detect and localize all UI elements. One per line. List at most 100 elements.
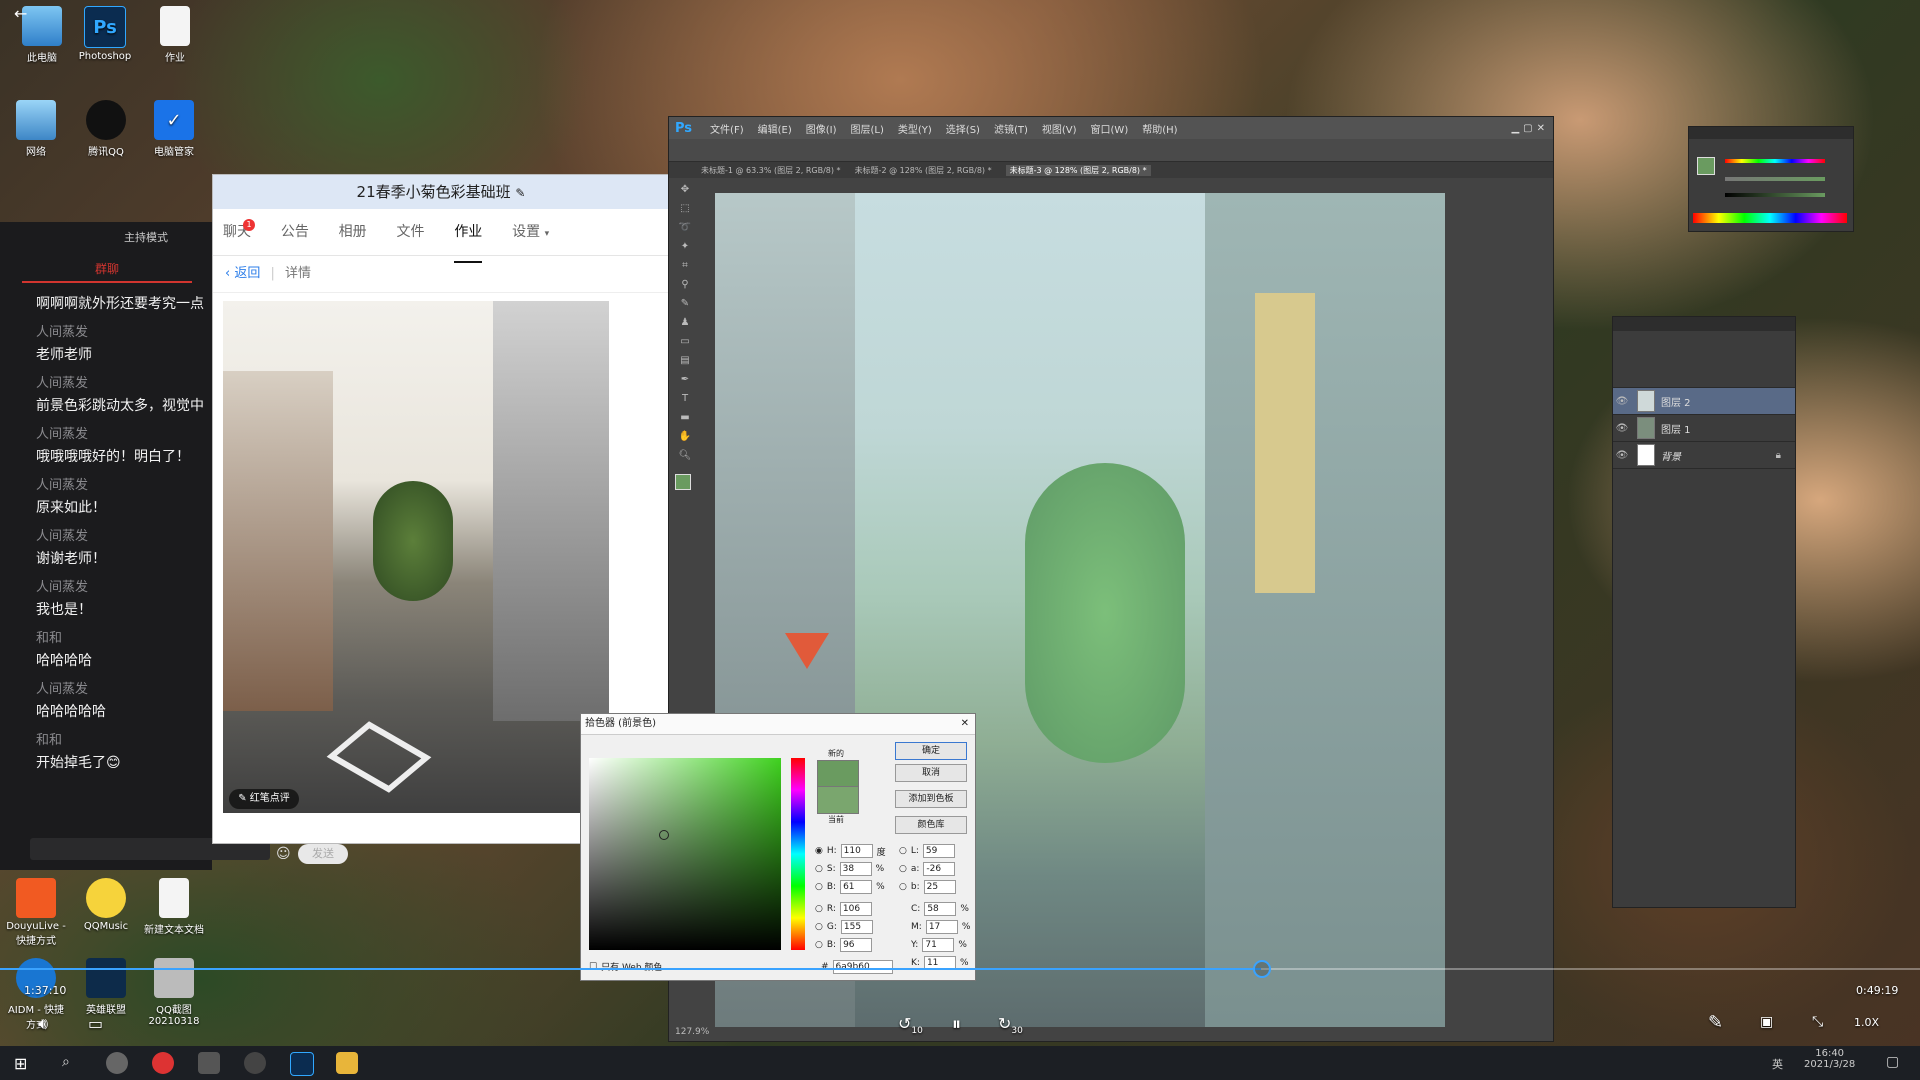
tab-files[interactable]: 文件 [396,209,424,255]
desktop-icon-douyu[interactable]: DouyuLive - 快捷方式 [4,878,68,947]
pause-button[interactable]: ⏸︎ [952,1014,961,1035]
volume-icon[interactable]: 🔊︎ [38,1014,48,1034]
color-libraries-button[interactable]: 颜色库 [895,816,967,834]
checkbox-icon[interactable]: ☐ [589,962,597,972]
radio-icon[interactable]: ◉ [815,846,823,856]
type-tool-icon[interactable]: T [677,393,693,407]
c-field[interactable]: 58 [924,902,957,916]
pen-tool-icon[interactable]: ✒ [677,374,693,388]
cancel-button[interactable]: 取消 [895,764,967,782]
taskbar-clock[interactable]: 16:40 2021/3/28 [1804,1048,1855,1070]
menu-select[interactable]: 选择(S) [946,121,980,136]
menu-file[interactable]: 文件(F) [710,121,744,136]
stamp-tool-icon[interactable]: ♟ [677,317,693,331]
shape-tool-icon[interactable]: ▬ [677,412,693,426]
taskbar-app-icon[interactable] [106,1052,128,1074]
taskbar-app-icon[interactable] [152,1052,174,1074]
notification-icon[interactable]: ▢ [1886,1054,1899,1070]
zoom-tool-icon[interactable]: 🔍︎ [677,450,693,464]
taskbar-photoshop-icon[interactable] [290,1052,314,1076]
radio-icon[interactable]: ○ [815,922,823,932]
desktop-icon-qq[interactable]: 腾讯QQ [74,100,138,158]
radio-icon[interactable]: ○ [815,940,823,950]
menu-help[interactable]: 帮助(H) [1142,121,1177,136]
ime-language[interactable]: 英 [1772,1056,1783,1072]
hue-slider[interactable] [1725,159,1825,163]
menu-window[interactable]: 窗口(W) [1091,121,1129,136]
ok-button[interactable]: 确定 [895,742,967,760]
g-field[interactable]: 155 [840,920,873,934]
menu-image[interactable]: 图像(I) [806,121,837,136]
menu-edit[interactable]: 编辑(E) [758,121,792,136]
taskbar-app-icon[interactable] [244,1052,266,1074]
r-field[interactable]: 106 [839,902,872,916]
send-button[interactable]: 发送 [298,844,348,864]
exit-fullscreen-icon[interactable]: ⤡ [1812,1014,1823,1030]
back-arrow-icon[interactable]: ← [14,4,27,23]
tab-settings[interactable]: 设置 ▾ [512,209,549,257]
lab-b-field[interactable]: 25 [923,880,956,894]
maximize-button[interactable]: ▢ [1523,123,1532,134]
zoom-level[interactable]: 127.9% [675,1027,709,1037]
gradient-tool-icon[interactable]: ▤ [677,355,693,369]
edit-icon[interactable]: ✎ [515,186,525,200]
panel-foreground-swatch[interactable] [1697,157,1715,175]
back-link[interactable]: ‹ 返回 [225,266,260,281]
desktop-icon-homework[interactable]: 作业 [143,6,207,64]
desktop-icon-qqmusic[interactable]: QQMusic [74,878,138,932]
color-field-cursor[interactable] [659,830,669,840]
doc-tab[interactable]: 未标题-1 @ 63.3% (图层 2, RGB/8) * [701,165,841,176]
emoji-icon[interactable]: ☺ [276,846,291,862]
eye-icon[interactable]: 👁︎ [1613,423,1631,434]
move-tool-icon[interactable]: ✥ [677,184,693,198]
radio-icon[interactable]: ○ [815,904,823,914]
hue-strip[interactable] [791,758,805,950]
pip-icon[interactable]: ▣ [1760,1014,1773,1030]
layer-row[interactable]: 👁︎ 图层 1 [1613,415,1795,442]
marquee-tool-icon[interactable]: ⬚ [677,203,693,217]
y-field[interactable]: 71 [922,938,955,952]
saturation-slider[interactable] [1725,177,1825,181]
desktop-icon-network[interactable]: 网络 [4,100,68,158]
forward-button[interactable]: ↻30 [998,1014,1023,1036]
foreground-color-swatch[interactable] [675,474,691,490]
eye-icon[interactable]: 👁︎ [1613,450,1631,461]
hand-tool-icon[interactable]: ✋ [677,431,693,445]
speed-button[interactable]: 1.0X [1854,1016,1879,1029]
brightness-slider[interactable] [1725,193,1825,197]
radio-icon[interactable]: ○ [815,864,823,874]
h-field[interactable]: 110 [840,844,873,858]
menu-type[interactable]: 类型(Y) [898,121,932,136]
crop-tool-icon[interactable]: ⌗ [677,260,693,274]
rewind-button[interactable]: ↺10 [898,1014,923,1036]
hex-field[interactable]: 6a9b60 [832,960,893,974]
saturation-brightness-field[interactable] [589,758,781,950]
color-ramp[interactable] [1693,213,1847,223]
a-field[interactable]: -26 [923,862,956,876]
desktop-icon-photoshop[interactable]: Ps Photoshop [73,6,137,62]
menu-view[interactable]: 视图(V) [1042,121,1077,136]
radio-icon[interactable]: ○ [899,846,907,856]
tab-homework[interactable]: 作业 [454,209,483,263]
subtitles-icon[interactable]: ▭ [88,1014,103,1033]
radio-icon[interactable]: ○ [815,882,823,892]
lasso-tool-icon[interactable]: ➰ [677,222,693,236]
l-field[interactable]: 59 [922,844,955,858]
desktop-icon-lol[interactable]: 英雄联盟 [74,958,138,1016]
taskbar-app-icon[interactable] [198,1052,220,1074]
b-field[interactable]: 61 [840,880,873,894]
minimize-button[interactable]: ▁ [1511,123,1519,134]
radio-icon[interactable]: ○ [899,882,907,892]
picker-close-icon[interactable]: ✕ [961,714,969,734]
doc-tab-active[interactable]: 未标题-3 @ 128% (图层 2, RGB/8) * [1005,164,1151,176]
eye-icon[interactable]: 👁︎ [1613,396,1631,407]
radio-icon[interactable]: ○ [899,864,907,874]
progress-track[interactable] [0,960,1920,978]
magic-wand-icon[interactable]: ✦ [677,241,693,255]
add-to-swatches-button[interactable]: 添加到色板 [895,790,967,808]
rgb-blue-field[interactable]: 96 [840,938,873,952]
doc-tab[interactable]: 未标题-2 @ 128% (图层 2, RGB/8) * [855,165,992,176]
current-color-swatch[interactable] [817,786,859,814]
desktop-icon-pc-manager[interactable]: ✓ 电脑管家 [142,100,206,158]
s-field[interactable]: 38 [839,862,872,876]
